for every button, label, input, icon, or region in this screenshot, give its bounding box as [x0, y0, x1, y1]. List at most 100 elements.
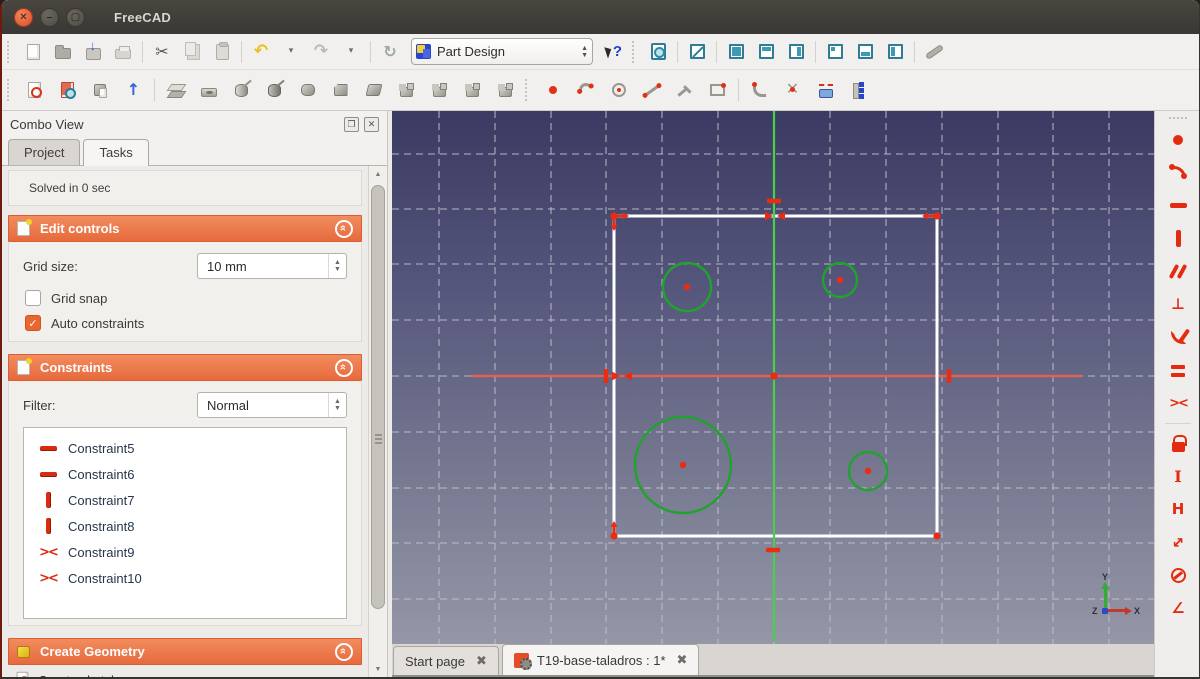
constrain-horizontal-button[interactable] [1160, 189, 1196, 222]
constraint-item[interactable]: ><Constraint9 [24, 539, 346, 565]
external-geometry-button[interactable] [809, 74, 842, 106]
constraint-item[interactable]: Constraint8 [24, 513, 346, 539]
revolution-button[interactable] [225, 74, 258, 106]
filter-dropdown[interactable]: Normal ▲▼ [197, 392, 347, 418]
sketch-circle-center-point[interactable] [837, 277, 843, 283]
edit-sketch-button[interactable] [51, 74, 84, 106]
redo-button[interactable]: ↷ [306, 38, 336, 66]
panel-float-icon[interactable]: ❐ [344, 117, 359, 132]
copy-button[interactable] [177, 38, 207, 66]
constrain-angle-button[interactable]: ∠ [1160, 592, 1196, 625]
tab-close-icon[interactable]: ✖ [677, 653, 688, 668]
constrain-vertical-button[interactable] [1160, 222, 1196, 255]
whats-this-button[interactable]: ? [599, 38, 629, 66]
window-maximize-button[interactable]: ▢ [66, 8, 85, 27]
redo-more-button[interactable]: ▾ [336, 38, 366, 66]
constrain-lock-button[interactable] [1160, 427, 1196, 460]
constraint-item[interactable]: ><Constraint10 [24, 565, 346, 591]
map-sketch-button[interactable] [84, 74, 117, 106]
scroll-down-icon[interactable]: ▼ [370, 662, 386, 677]
create-geometry-header[interactable]: Create Geometry » [8, 638, 362, 665]
document-tab[interactable]: Start page✖ [393, 646, 499, 675]
undo-button[interactable]: ↶ [246, 38, 276, 66]
toolbar-grip[interactable] [525, 79, 531, 101]
constrain-vertical-distance-button[interactable]: I [1160, 460, 1196, 493]
workbench-spinner[interactable]: ▲▼ [581, 42, 588, 61]
sketch-circle-center-point[interactable] [865, 468, 871, 474]
construction-mode-button[interactable] [842, 74, 875, 106]
pocket-button[interactable] [192, 74, 225, 106]
constrain-tangent-button[interactable] [1160, 321, 1196, 354]
pad-button[interactable] [159, 74, 192, 106]
leave-sketch-button[interactable]: ↑ [117, 74, 150, 106]
groove-button[interactable] [258, 74, 291, 106]
constrain-symmetric-button[interactable]: >< [1160, 387, 1196, 420]
polar-pattern-button[interactable] [456, 74, 489, 106]
sketch-circle-center-point[interactable] [680, 462, 686, 468]
constrain-horizontal-distance-button[interactable]: H [1160, 493, 1196, 526]
view-bottom-button[interactable] [850, 38, 880, 66]
measure-distance-button[interactable] [919, 38, 949, 66]
view-left-button[interactable] [880, 38, 910, 66]
paste-button[interactable] [207, 38, 237, 66]
panel-close-icon[interactable]: ✕ [364, 117, 379, 132]
sketch-circle-center-point[interactable] [684, 284, 690, 290]
create-circle-button[interactable] [602, 74, 635, 106]
new-sketch-button[interactable] [18, 74, 51, 106]
toolbar-grip[interactable] [1169, 117, 1187, 119]
create-line-button[interactable] [635, 74, 668, 106]
sketch-canvas[interactable] [392, 111, 1154, 644]
collapse-icon[interactable]: » [335, 359, 353, 377]
sketch-viewport[interactable]: Y X Z [392, 111, 1154, 644]
refresh-button[interactable]: ↻ [375, 38, 405, 66]
print-button[interactable] [108, 38, 138, 66]
scroll-up-icon[interactable]: ▲ [370, 167, 386, 182]
view-rear-button[interactable] [820, 38, 850, 66]
cut-button[interactable]: ✂ [147, 38, 177, 66]
window-minimize-button[interactable]: – [40, 8, 59, 27]
view-right-button[interactable] [781, 38, 811, 66]
collapse-icon[interactable]: » [335, 220, 353, 238]
constraints-header[interactable]: Constraints » [8, 354, 362, 381]
constraint-item[interactable]: Constraint7 [24, 487, 346, 513]
sketch-fillet-button[interactable] [743, 74, 776, 106]
edit-controls-header[interactable]: Edit controls » [8, 215, 362, 242]
toolbar-grip[interactable] [632, 41, 638, 63]
constrain-equal-button[interactable] [1160, 354, 1196, 387]
sketch-point[interactable] [610, 532, 617, 539]
draft-button[interactable] [357, 74, 390, 106]
open-file-button[interactable] [48, 38, 78, 66]
undo-more-button[interactable]: ▾ [276, 38, 306, 66]
window-close-button[interactable]: ✕ [14, 8, 33, 27]
create-rectangle-button[interactable] [701, 74, 734, 106]
view-axonometric-button[interactable] [682, 38, 712, 66]
chamfer-button[interactable] [324, 74, 357, 106]
scrollbar-thumb[interactable] [371, 185, 385, 609]
create-arc-button[interactable] [569, 74, 602, 106]
tab-project[interactable]: Project [8, 139, 80, 165]
create-polyline-button[interactable] [668, 74, 701, 106]
stepper-arrows-icon[interactable]: ▲▼ [328, 254, 346, 278]
grid-snap-checkbox[interactable] [25, 290, 41, 306]
fillet-button[interactable] [291, 74, 324, 106]
constrain-radius-button[interactable] [1160, 559, 1196, 592]
sketch-point[interactable] [610, 212, 617, 219]
constraint-item[interactable]: Constraint5 [24, 435, 346, 461]
tab-tasks[interactable]: Tasks [83, 139, 148, 166]
mirrored-button[interactable] [390, 74, 423, 106]
stepper-arrows-icon[interactable]: ▲▼ [328, 393, 346, 417]
grid-size-stepper[interactable]: 10 mm ▲▼ [197, 253, 347, 279]
constrain-perpendicular-button[interactable]: ⊥ [1160, 288, 1196, 321]
multitransform-button[interactable] [489, 74, 522, 106]
tab-close-icon[interactable]: ✖ [476, 654, 487, 669]
constrain-point-on-object-button[interactable] [1160, 156, 1196, 189]
trim-edge-button[interactable]: ✕ [776, 74, 809, 106]
toolbar-grip[interactable] [7, 41, 13, 63]
view-top-button[interactable] [751, 38, 781, 66]
constrain-coincident-button[interactable] [1160, 123, 1196, 156]
new-file-button[interactable] [18, 38, 48, 66]
constrain-parallel-button[interactable] [1160, 255, 1196, 288]
view-front-button[interactable] [721, 38, 751, 66]
sketch-point[interactable] [933, 532, 940, 539]
constraint-item[interactable]: Constraint6 [24, 461, 346, 487]
